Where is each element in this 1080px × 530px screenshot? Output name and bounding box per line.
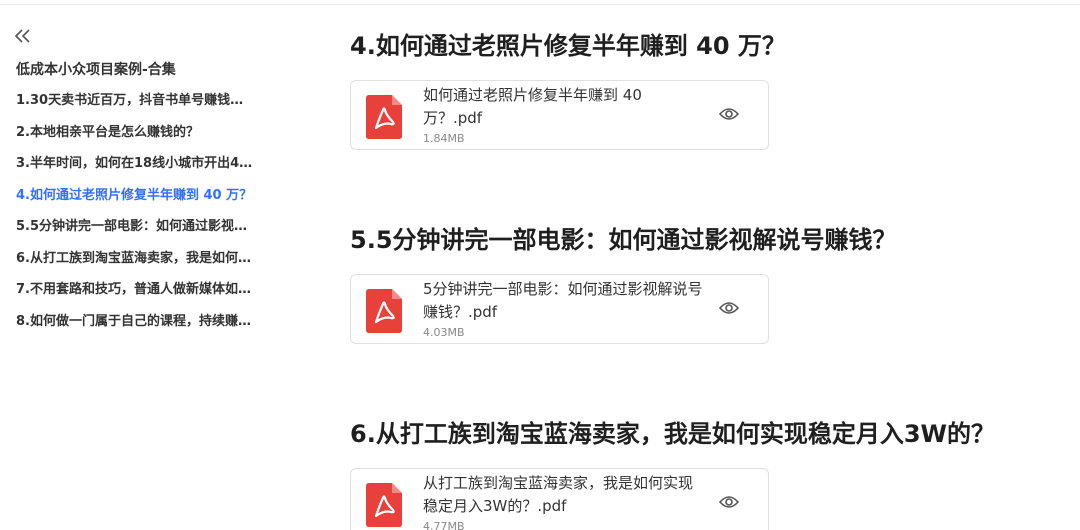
eye-icon[interactable] <box>719 106 739 122</box>
file-size: 4.77MB <box>423 520 465 530</box>
double-chevron-left-icon <box>14 29 30 43</box>
pdf-attachment-card[interactable]: 5分钟讲完一部电影：如何通过影视解说号赚钱？.pdf 4.03MB <box>350 274 769 344</box>
eye-icon[interactable] <box>719 300 739 316</box>
section-heading: 4.如何通过老照片修复半年赚到 40 万？ <box>350 32 786 60</box>
pdf-attachment-card[interactable]: 如何通过老照片修复半年赚到 40 万？.pdf 1.84MB <box>350 80 769 150</box>
outline-item[interactable]: 5.5分钟讲完一部电影：如何通过影视… <box>16 215 284 247</box>
outline-item[interactable]: 8.如何做一门属于自己的课程，持续赚… <box>16 310 284 342</box>
outline-item[interactable]: 7.不用套路和技巧，普通人做新媒体如… <box>16 278 284 310</box>
outline-item-active[interactable]: 4.如何通过老照片修复半年赚到 40 万？ <box>16 184 284 216</box>
outline-title: 低成本小众项目案例-合集 <box>16 62 176 78</box>
collapse-sidebar-button[interactable] <box>13 26 33 46</box>
outline-item[interactable]: 2.本地相亲平台是怎么赚钱的？ <box>16 121 284 153</box>
outline-item[interactable]: 1.30天卖书近百万，抖音书单号赚钱… <box>16 89 284 121</box>
file-size: 4.03MB <box>423 326 465 339</box>
file-name: 如何通过老照片修复半年赚到 40 万？.pdf <box>423 86 642 127</box>
document-body: 4.如何通过老照片修复半年赚到 40 万？ 如何通过老照片修复半年赚到 40 万… <box>350 0 1080 530</box>
eye-icon[interactable] <box>719 494 739 510</box>
section-heading: 6.从打工族到淘宝蓝海卖家，我是如何实现稳定月入3W的？ <box>350 420 995 448</box>
outline-item[interactable]: 3.半年时间，如何在18线小城市开出4… <box>16 152 284 184</box>
file-size: 1.84MB <box>423 132 465 145</box>
pdf-file-icon <box>366 483 402 527</box>
outline-item[interactable]: 6.从打工族到淘宝蓝海卖家，我是如何… <box>16 247 284 279</box>
file-name: 从打工族到淘宝蓝海卖家，我是如何实现稳定月入3W的？.pdf <box>423 474 694 515</box>
pdf-attachment-card[interactable]: 从打工族到淘宝蓝海卖家，我是如何实现稳定月入3W的？.pdf 4.77MB <box>350 468 769 530</box>
pdf-file-icon <box>366 289 402 333</box>
sidebar-outline: 低成本小众项目案例-合集 1.30天卖书近百万，抖音书单号赚钱… 2.本地相亲平… <box>0 0 300 530</box>
document-section: 6.从打工族到淘宝蓝海卖家，我是如何实现稳定月入3W的？ 从打工族到淘宝蓝海卖家… <box>350 418 1080 530</box>
pdf-file-icon <box>366 95 402 139</box>
document-section: 5.5分钟讲完一部电影：如何通过影视解说号赚钱？ 5分钟讲完一部电影：如何通过影… <box>350 224 1080 344</box>
document-section: 4.如何通过老照片修复半年赚到 40 万？ 如何通过老照片修复半年赚到 40 万… <box>350 30 1080 150</box>
file-name: 5分钟讲完一部电影：如何通过影视解说号赚钱？.pdf <box>423 280 703 321</box>
outline-list: 1.30天卖书近百万，抖音书单号赚钱… 2.本地相亲平台是怎么赚钱的？ 3.半年… <box>16 89 284 341</box>
section-heading: 5.5分钟讲完一部电影：如何通过影视解说号赚钱？ <box>350 226 897 254</box>
